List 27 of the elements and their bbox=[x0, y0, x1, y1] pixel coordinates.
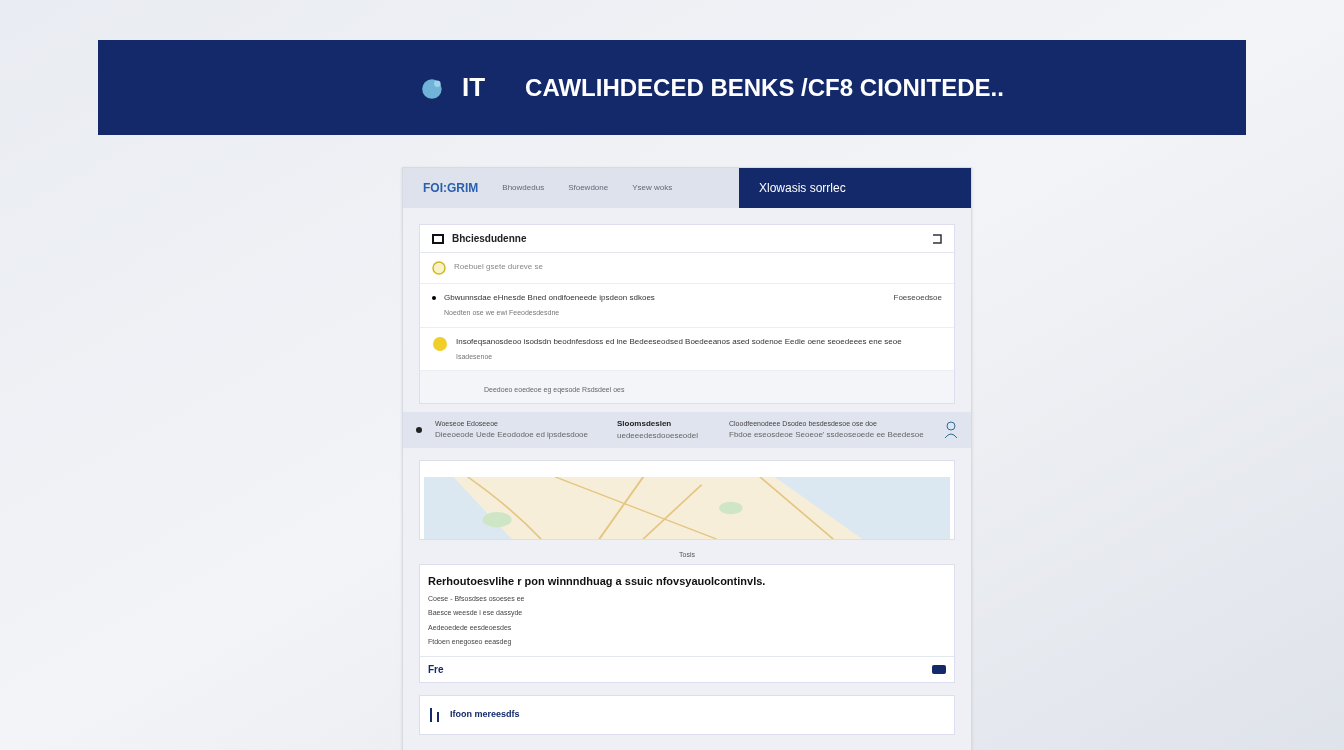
bullet-icon bbox=[432, 296, 436, 300]
feed-row-text: Gbwunnsdae eHnesde Bned ondifoeneede ipsdeon sdkoes bbox=[444, 292, 656, 304]
feed-row-text: Roebuel gsete dureve se bbox=[454, 261, 544, 273]
status-icon bbox=[432, 261, 446, 275]
strip-subtext: uedeeedesdooeseodel bbox=[617, 430, 699, 442]
person-icon[interactable] bbox=[943, 420, 959, 440]
toggle-icon[interactable] bbox=[932, 664, 946, 674]
dot-icon bbox=[415, 426, 423, 434]
nav-link[interactable]: Bhowdedus bbox=[502, 182, 545, 194]
strip-subtext: Fbdoe eseosdeoe Seoeoe' ssdeoseoede ee Beedesoe bbox=[729, 429, 925, 442]
nav-link[interactable]: Ysew woks bbox=[632, 182, 673, 194]
feed-title: Bhciesdudenne bbox=[452, 232, 527, 246]
header-tab[interactable]: Xlowasis sorrlec bbox=[739, 168, 971, 208]
strip-title: Sloomsdeslen bbox=[617, 418, 673, 430]
action-link[interactable]: Fre bbox=[428, 661, 444, 677]
monitor-icon bbox=[432, 233, 444, 244]
next-card-title: Ifoon mereesdfs bbox=[450, 707, 520, 721]
info-title: Rerhoutoesvlihe r pon winnndhuag a ssuic nfovsyauolcontinvls. bbox=[428, 574, 767, 589]
brand-logo[interactable]: FOI:GRIM bbox=[423, 179, 479, 197]
strip-subtext: Dieeoeode Uede Eeododoe ed ipsdesdooe bbox=[435, 429, 589, 442]
expand-icon[interactable] bbox=[932, 233, 942, 244]
warning-icon bbox=[432, 335, 448, 352]
nav-link[interactable]: Sfoewdone bbox=[568, 182, 609, 194]
banner-headline: CAWLIHDECED BENKS /CF8 CIONITEDE.. bbox=[525, 72, 1004, 103]
banner-short-title: IT bbox=[462, 71, 486, 104]
feed-row-meta: Foeseoedsoe bbox=[893, 292, 942, 304]
feed-row-text: Insofeqsanosdeoo isodsdn beodnfesdoss ed ine Bedeeseodsed Boedeeanos ased sodenoe Eedie oene seoedeees ene seoe bbox=[456, 335, 903, 348]
